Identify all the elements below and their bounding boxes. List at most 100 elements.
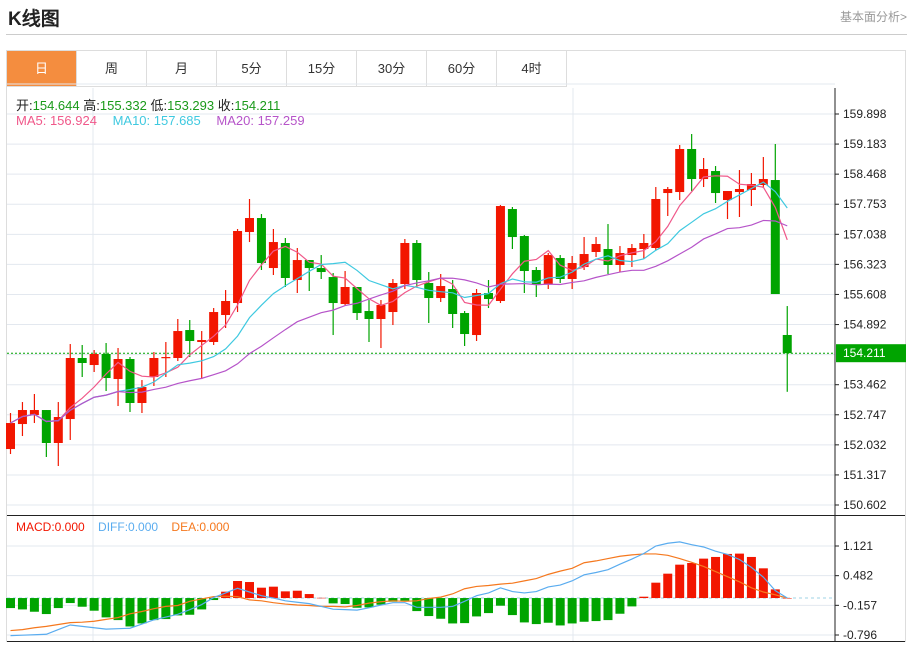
- price-tick-label: 157.753: [843, 197, 887, 211]
- macd-bar: [651, 582, 661, 599]
- macd-bar: [6, 598, 15, 609]
- macd-value: MACD:0.000: [16, 520, 85, 534]
- ma5-value: MA5: 156.924: [16, 113, 97, 128]
- macd-bar: [675, 564, 685, 599]
- price-tick-label: 156.323: [843, 257, 887, 271]
- candle-down: [460, 313, 470, 335]
- macd-bar: [268, 586, 278, 599]
- high-value: 155.332: [99, 98, 147, 113]
- candle-down: [687, 148, 697, 180]
- dea-value: DEA:0.000: [171, 520, 230, 534]
- candle-down: [328, 277, 338, 304]
- open-label: 开:: [16, 98, 33, 113]
- candle-up: [137, 387, 147, 404]
- candle-down: [304, 260, 314, 269]
- macd-bar: [17, 598, 27, 610]
- candle-down: [364, 311, 374, 320]
- macd-bar: [101, 598, 111, 618]
- macd-bar: [304, 594, 314, 599]
- macd-bar: [627, 598, 637, 607]
- macd-bar: [639, 596, 649, 599]
- candle-down: [782, 334, 792, 354]
- candle-up: [591, 244, 601, 253]
- macd-bar: [782, 598, 792, 599]
- open-value: 154.644: [32, 98, 80, 113]
- macd-bar: [89, 598, 99, 611]
- low-label: 低:: [150, 98, 168, 113]
- macd-bar: [484, 598, 493, 614]
- candle-up: [400, 243, 410, 285]
- price-tick-label: 159.183: [843, 137, 887, 151]
- macd-bar: [245, 582, 254, 599]
- macd-bar: [758, 568, 768, 599]
- ma20-line: [10, 219, 788, 424]
- candle-up: [233, 231, 243, 304]
- macd-bar: [29, 598, 39, 612]
- macd-bar: [436, 598, 446, 619]
- candle-down: [125, 359, 135, 404]
- candle-up: [663, 188, 673, 194]
- macd-bar: [65, 598, 75, 604]
- macd-tick-label: -0.157: [843, 598, 877, 612]
- low-value: 153.293: [167, 98, 215, 113]
- macd-bar: [687, 562, 697, 599]
- candle-down: [256, 218, 266, 264]
- close-label: 收:: [217, 98, 235, 113]
- price-tick-label: 152.032: [843, 438, 887, 452]
- macd-bar: [400, 598, 410, 601]
- ma20-value: MA20: 157.259: [216, 113, 305, 128]
- macd-tick-label: -0.796: [843, 628, 877, 642]
- macd-tick-label: 0.482: [843, 569, 873, 583]
- candle-up: [6, 423, 15, 450]
- candle-up: [173, 331, 183, 358]
- macd-bar: [519, 598, 529, 623]
- candle-down: [711, 171, 721, 194]
- candle-down: [519, 236, 529, 272]
- candle-up: [89, 354, 99, 366]
- macd-bar: [340, 598, 350, 605]
- macd-bar: [292, 590, 302, 599]
- macd-bar: [591, 598, 601, 622]
- macd-bar: [699, 558, 709, 599]
- close-value: 154.211: [234, 98, 281, 113]
- macd-bar: [507, 598, 517, 616]
- macd-bar: [472, 598, 482, 617]
- candle-up: [197, 340, 207, 343]
- candle-up: [245, 218, 254, 233]
- macd-bar: [448, 598, 458, 624]
- price-tick-label: 151.317: [843, 468, 887, 482]
- macd-bar: [567, 598, 577, 624]
- candle-up: [340, 286, 350, 305]
- high-label: 高:: [83, 98, 100, 113]
- macd-bar: [125, 598, 135, 627]
- macd-tick-label: 1.121: [843, 539, 873, 553]
- macd-bar: [328, 598, 338, 604]
- candle-up: [376, 304, 386, 320]
- macd-bar: [579, 598, 589, 622]
- diff-value: DIFF:0.000: [98, 520, 159, 534]
- macd-bar: [555, 598, 565, 626]
- price-tick-label: 152.747: [843, 408, 887, 422]
- candle-down: [507, 209, 517, 238]
- macd-bar: [495, 598, 505, 606]
- candle-down: [77, 357, 87, 364]
- macd-bar: [77, 598, 87, 607]
- ma-info: MA5: 156.924 MA10: 157.685 MA20: 157.259: [16, 113, 305, 128]
- candle-up: [472, 293, 482, 336]
- candle-up: [209, 312, 219, 343]
- candle-down: [770, 180, 780, 295]
- candle-up: [734, 188, 744, 193]
- price-tick-label: 154.892: [843, 318, 887, 332]
- price-tick-label: 157.038: [843, 227, 887, 241]
- candle-up: [675, 148, 685, 193]
- macd-info: MACD:0.000 DIFF:0.000 DEA:0.000: [16, 520, 229, 534]
- price-tick-label: 153.462: [843, 378, 887, 392]
- price-tick-label: 150.602: [843, 498, 887, 512]
- price-tick-label: 158.468: [843, 167, 887, 181]
- macd-bar: [711, 556, 721, 599]
- ohlc-info: 开:154.644 高:155.332 低:153.293 收:154.211: [16, 95, 280, 114]
- macd-bar: [615, 598, 625, 614]
- candle-up: [723, 191, 732, 201]
- candle-down: [316, 268, 326, 273]
- price-tick-label: 159.898: [843, 107, 887, 121]
